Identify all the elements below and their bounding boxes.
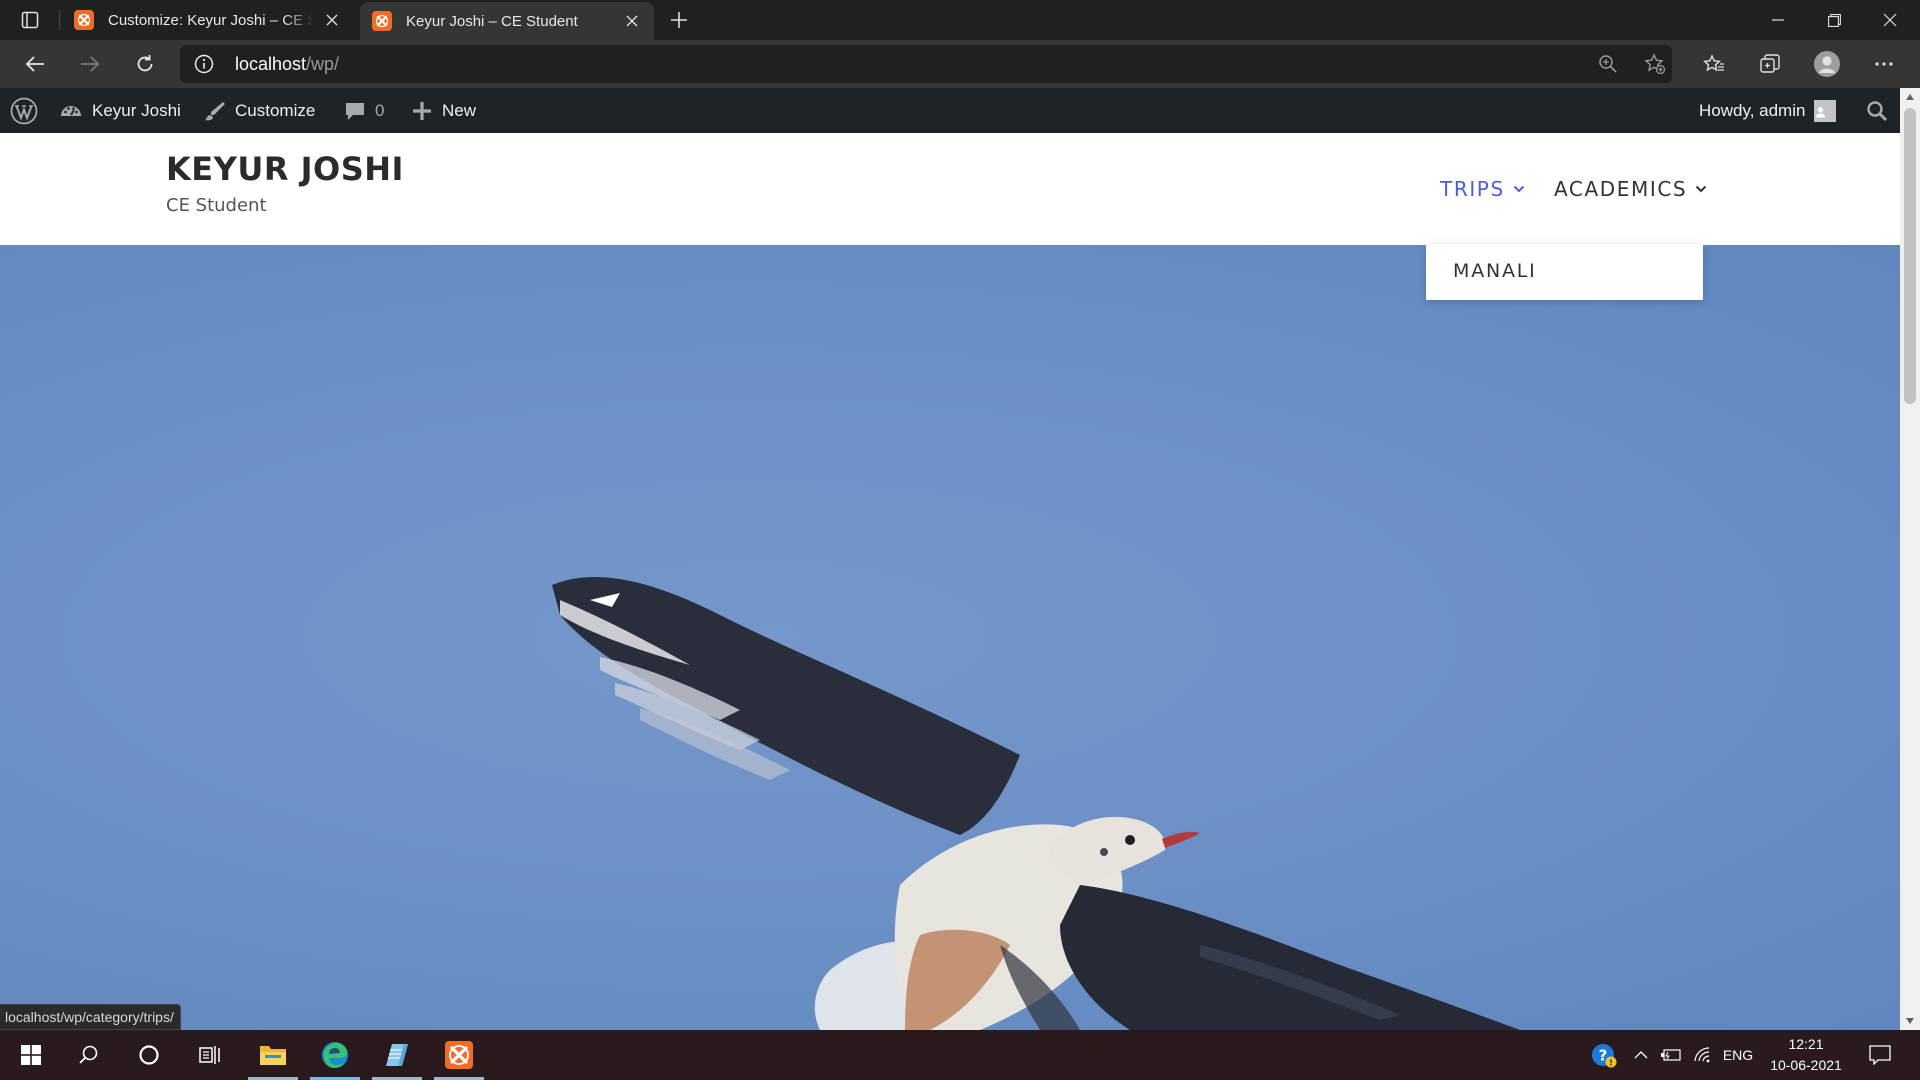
profile-avatar-icon[interactable]	[1810, 48, 1844, 80]
svg-text:!: !	[1609, 1059, 1613, 1068]
hero-image	[0, 245, 1900, 1030]
refresh-icon[interactable]	[128, 48, 162, 80]
address-bar[interactable]: localhost/wp/	[180, 45, 1672, 83]
menu-item-label: ACADEMICS	[1554, 177, 1688, 201]
customize-link[interactable]: Customize	[204, 88, 315, 133]
close-tab-icon[interactable]	[322, 10, 342, 30]
new-content-menu[interactable]: New	[411, 88, 476, 133]
forward-icon[interactable]	[73, 48, 107, 80]
zoom-icon[interactable]	[1595, 52, 1621, 76]
task-view-icon[interactable]	[181, 1030, 239, 1080]
xampp-favicon-icon	[74, 10, 94, 30]
collections-icon[interactable]	[1753, 48, 1787, 80]
tab-separator	[59, 10, 60, 30]
url-host: localhost	[235, 54, 307, 74]
menu-item-academics[interactable]: ACADEMICS	[1554, 177, 1707, 201]
site-name-label: Keyur Joshi	[92, 100, 181, 120]
scroll-thumb[interactable]	[1904, 108, 1916, 404]
menu-item-trips[interactable]: TRIPS	[1440, 177, 1525, 201]
site-info-icon[interactable]	[194, 54, 214, 74]
close-window-icon[interactable]	[1862, 0, 1918, 40]
add-favorite-icon[interactable]	[1642, 52, 1668, 76]
chevron-down-icon	[1513, 185, 1524, 193]
file-explorer-icon[interactable]	[244, 1030, 302, 1080]
scroll-down-arrow-icon[interactable]	[1900, 1014, 1920, 1028]
new-tab-icon[interactable]	[666, 8, 692, 32]
close-tab-icon[interactable]	[622, 11, 642, 31]
chevron-down-icon	[1696, 185, 1707, 193]
tab-title: Customize: Keyur Joshi – CE Student	[108, 11, 314, 29]
submenu-item-manali[interactable]: MANALI	[1453, 260, 1537, 282]
tab-customize[interactable]: Customize: Keyur Joshi – CE Student	[62, 0, 354, 40]
wordpress-logo-icon[interactable]	[10, 88, 47, 133]
input-language[interactable]: ENG	[1720, 1030, 1756, 1080]
windows-taskbar: ?! ENG 12:21 10-06-2021	[0, 1030, 1920, 1080]
wifi-icon[interactable]	[1688, 1030, 1718, 1080]
xampp-icon[interactable]	[430, 1030, 488, 1080]
url-path: /wp/	[306, 54, 340, 74]
tab-keyur-joshi[interactable]: Keyur Joshi – CE Student	[360, 2, 654, 40]
search-icon[interactable]	[1866, 88, 1897, 133]
site-title[interactable]: KEYUR JOSHI	[166, 150, 404, 188]
page-viewport: KEYUR JOSHI CE Student TRIPS ACADEMICS M…	[0, 133, 1900, 1030]
trips-submenu: MANALI	[1426, 244, 1703, 300]
comments-count: 0	[375, 100, 385, 120]
clock[interactable]: 12:21 10-06-2021	[1760, 1034, 1852, 1076]
notepad-icon[interactable]	[368, 1030, 426, 1080]
site-name-menu[interactable]: Keyur Joshi	[59, 88, 181, 133]
clock-date: 10-06-2021	[1770, 1057, 1842, 1073]
customize-label: Customize	[235, 100, 316, 120]
back-icon[interactable]	[18, 48, 52, 80]
tab-title: Keyur Joshi – CE Student	[406, 12, 578, 30]
status-bar-url: localhost/wp/category/trips/	[0, 1004, 181, 1030]
my-account-menu[interactable]: Howdy, admin	[1699, 88, 1837, 133]
help-notification-icon[interactable]: ?!	[1586, 1030, 1622, 1080]
menu-item-label: TRIPS	[1440, 177, 1505, 201]
restore-icon[interactable]	[1806, 0, 1862, 40]
comments-link[interactable]: 0	[344, 88, 384, 133]
howdy-label: Howdy, admin	[1699, 100, 1806, 120]
cortana-icon[interactable]	[120, 1030, 178, 1080]
action-center-icon[interactable]	[1862, 1030, 1898, 1080]
scroll-up-arrow-icon[interactable]	[1900, 90, 1920, 104]
search-icon[interactable]	[60, 1030, 118, 1080]
browser-tab-strip: Customize: Keyur Joshi – CE Student Keyu…	[0, 0, 1920, 40]
seagull-image	[552, 576, 1520, 1030]
more-options-icon[interactable]	[1867, 48, 1901, 80]
site-header: KEYUR JOSHI CE Student TRIPS ACADEMICS	[0, 133, 1900, 245]
favorites-icon[interactable]	[1697, 48, 1731, 80]
address-url: localhost/wp/	[235, 54, 339, 75]
tab-actions-icon[interactable]	[14, 8, 46, 32]
site-tagline: CE Student	[166, 195, 267, 216]
start-icon[interactable]	[2, 1030, 60, 1080]
battery-icon[interactable]	[1656, 1030, 1686, 1080]
avatar	[1814, 99, 1837, 122]
xampp-favicon-icon	[372, 11, 392, 31]
clock-time: 12:21	[1788, 1036, 1824, 1052]
wp-admin-bar: Keyur Joshi Customize 0 New Howdy, admin	[0, 88, 1920, 133]
page-scrollbar[interactable]	[1900, 88, 1920, 1030]
browser-toolbar: localhost/wp/	[0, 40, 1920, 88]
edge-icon[interactable]	[306, 1030, 364, 1080]
show-hidden-icons-chevron-icon[interactable]	[1627, 1030, 1655, 1080]
new-label: New	[442, 100, 477, 120]
minimize-icon[interactable]	[1750, 0, 1806, 40]
